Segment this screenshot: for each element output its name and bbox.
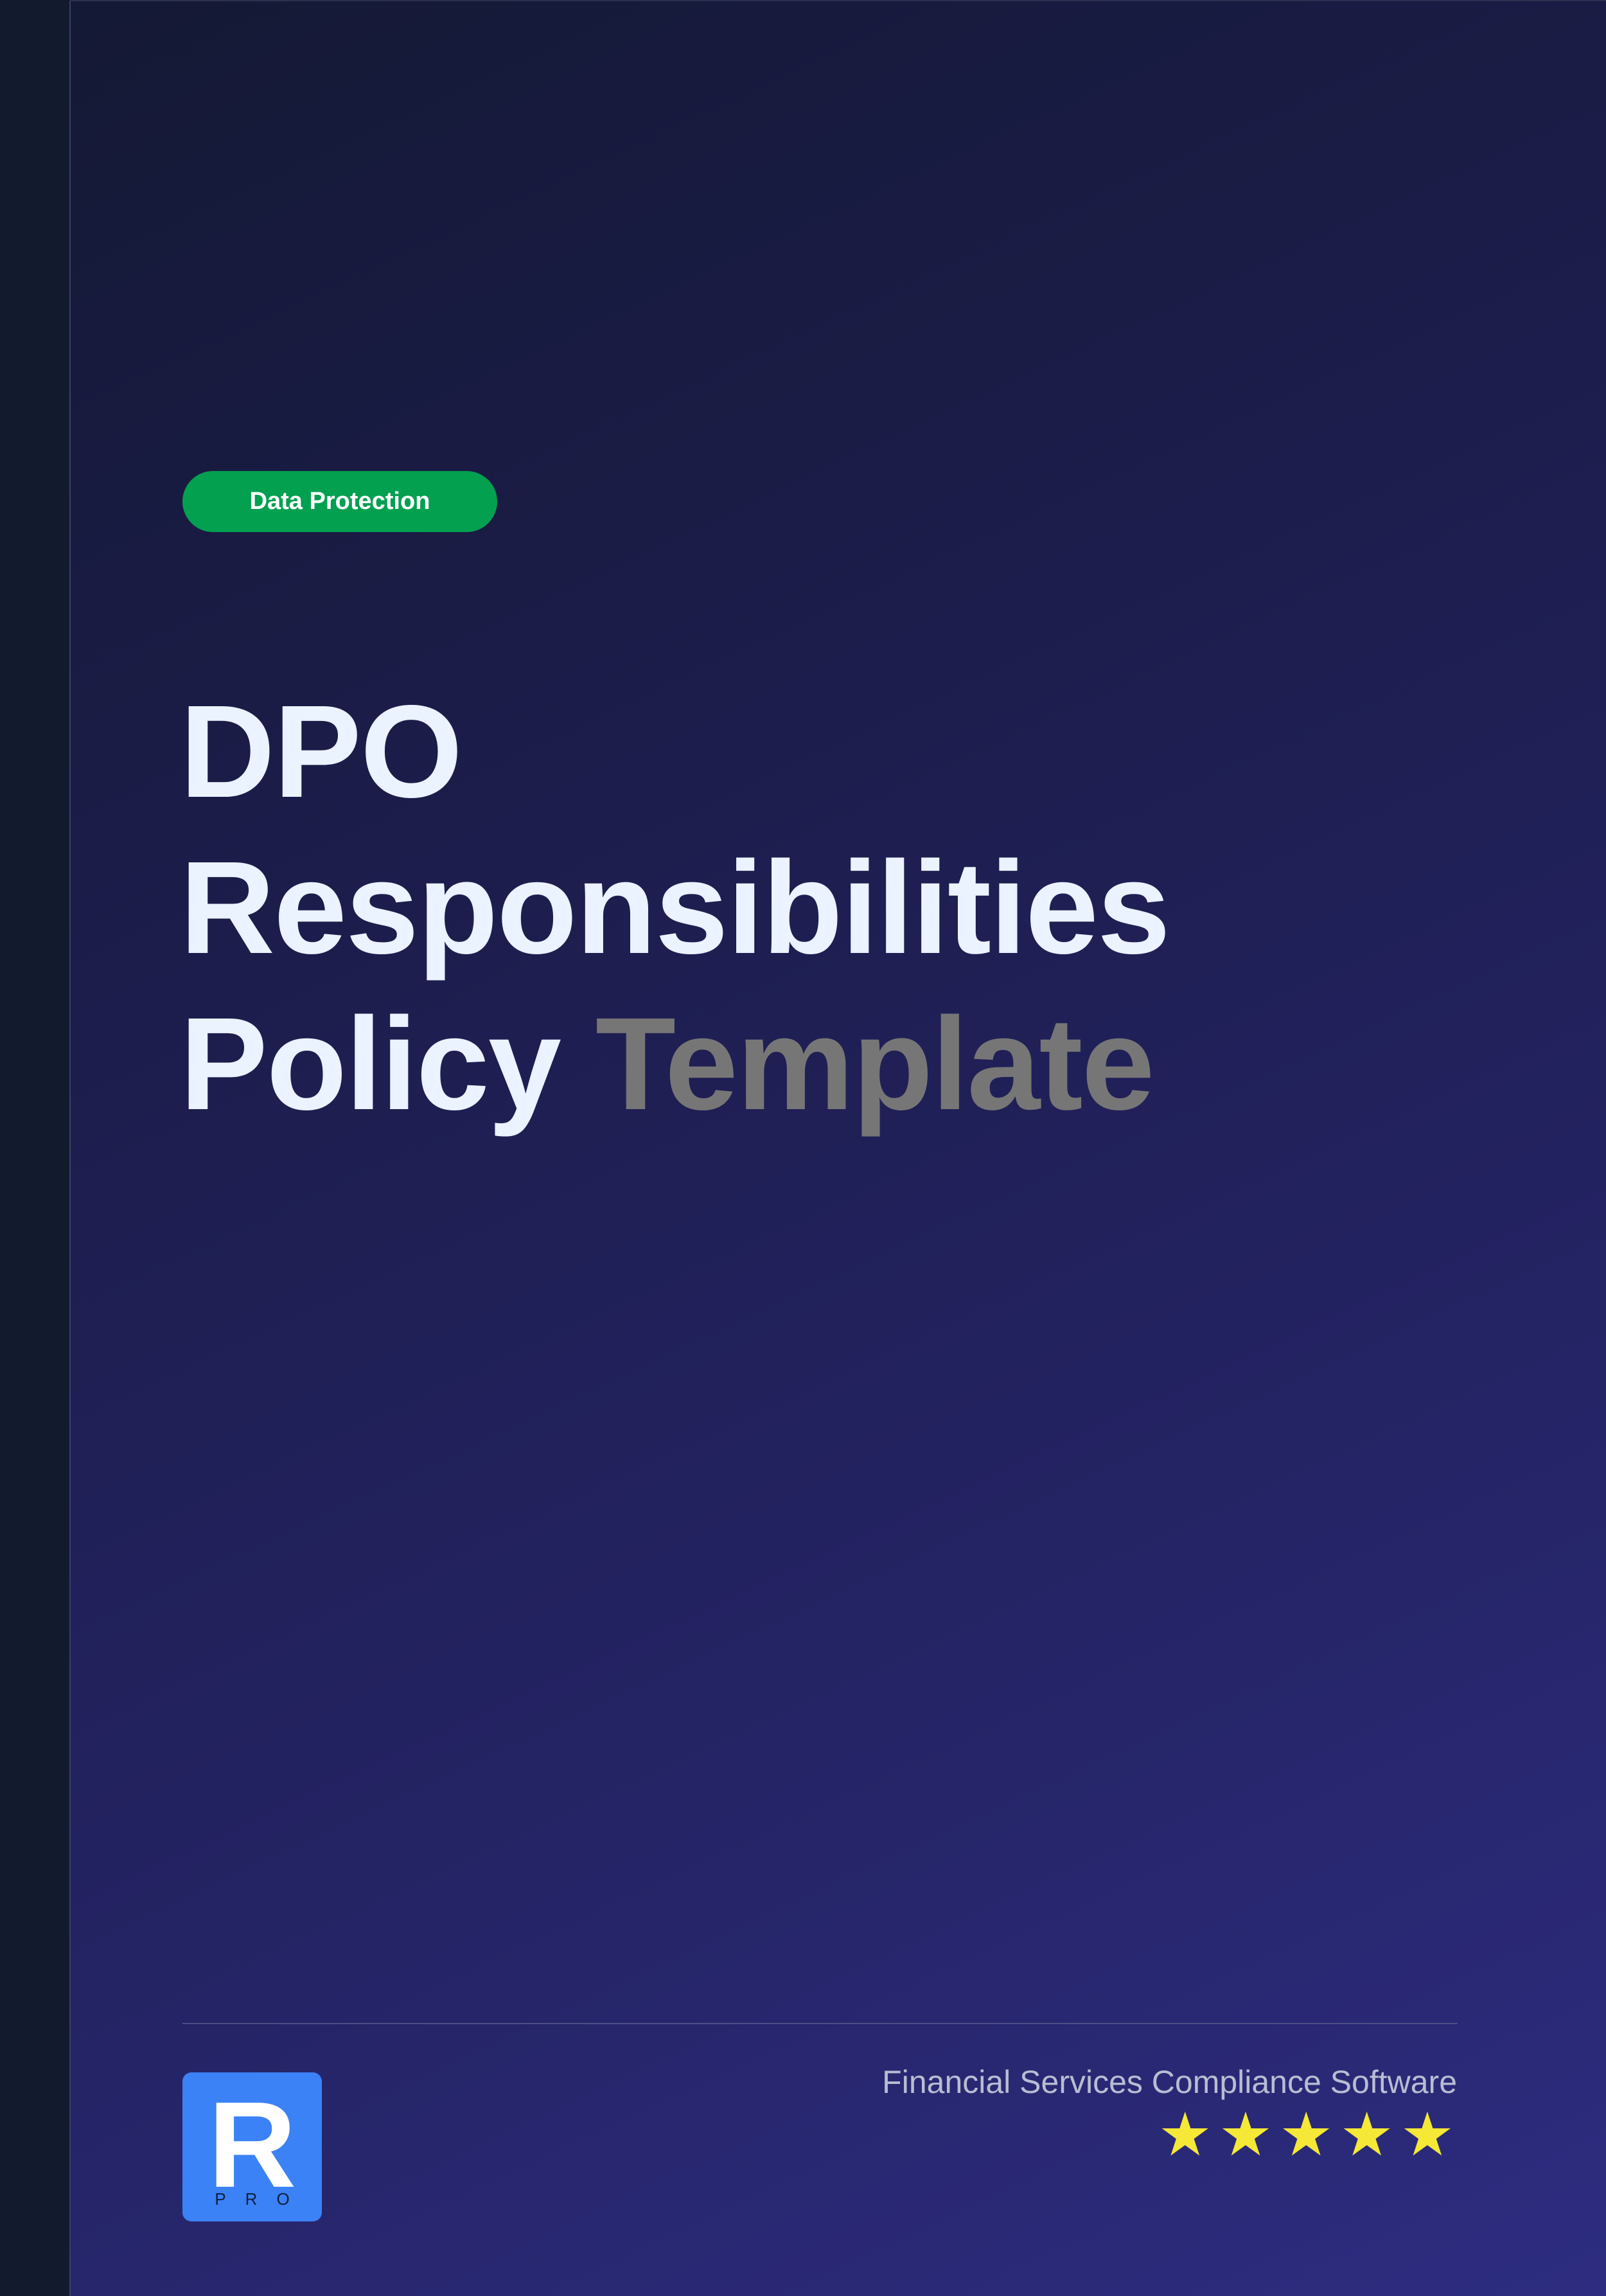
star-icon: ★	[1400, 2101, 1454, 2168]
document-title: DPO Responsibilities Policy Template	[180, 673, 1465, 1142]
brand-logo: R PRO	[182, 2072, 322, 2221]
star-icon: ★	[1158, 2101, 1212, 2168]
star-rating: ★ ★ ★ ★ ★	[1158, 2087, 1454, 2183]
category-badge: Data Protection	[182, 471, 497, 532]
title-word-policy: Policy	[180, 990, 561, 1137]
top-edge-line	[69, 0, 1606, 1]
star-icon: ★	[1279, 2101, 1334, 2168]
logo-letter: R	[208, 2077, 297, 2213]
title-line-2: Responsibilities	[180, 834, 1170, 981]
spine-edge-line	[69, 0, 71, 2296]
cover-spine	[0, 0, 69, 2296]
logo-subtext: PRO	[215, 2189, 309, 2209]
star-icon: ★	[1339, 2101, 1394, 2168]
title-line-1: DPO	[180, 678, 463, 825]
footer-divider	[182, 2023, 1458, 2024]
star-icon: ★	[1218, 2101, 1273, 2168]
title-line-3: Policy Template	[180, 986, 1465, 1142]
title-word-template: Template	[595, 990, 1155, 1137]
document-cover: Data Protection DPO Responsibilities Pol…	[0, 0, 1606, 2296]
